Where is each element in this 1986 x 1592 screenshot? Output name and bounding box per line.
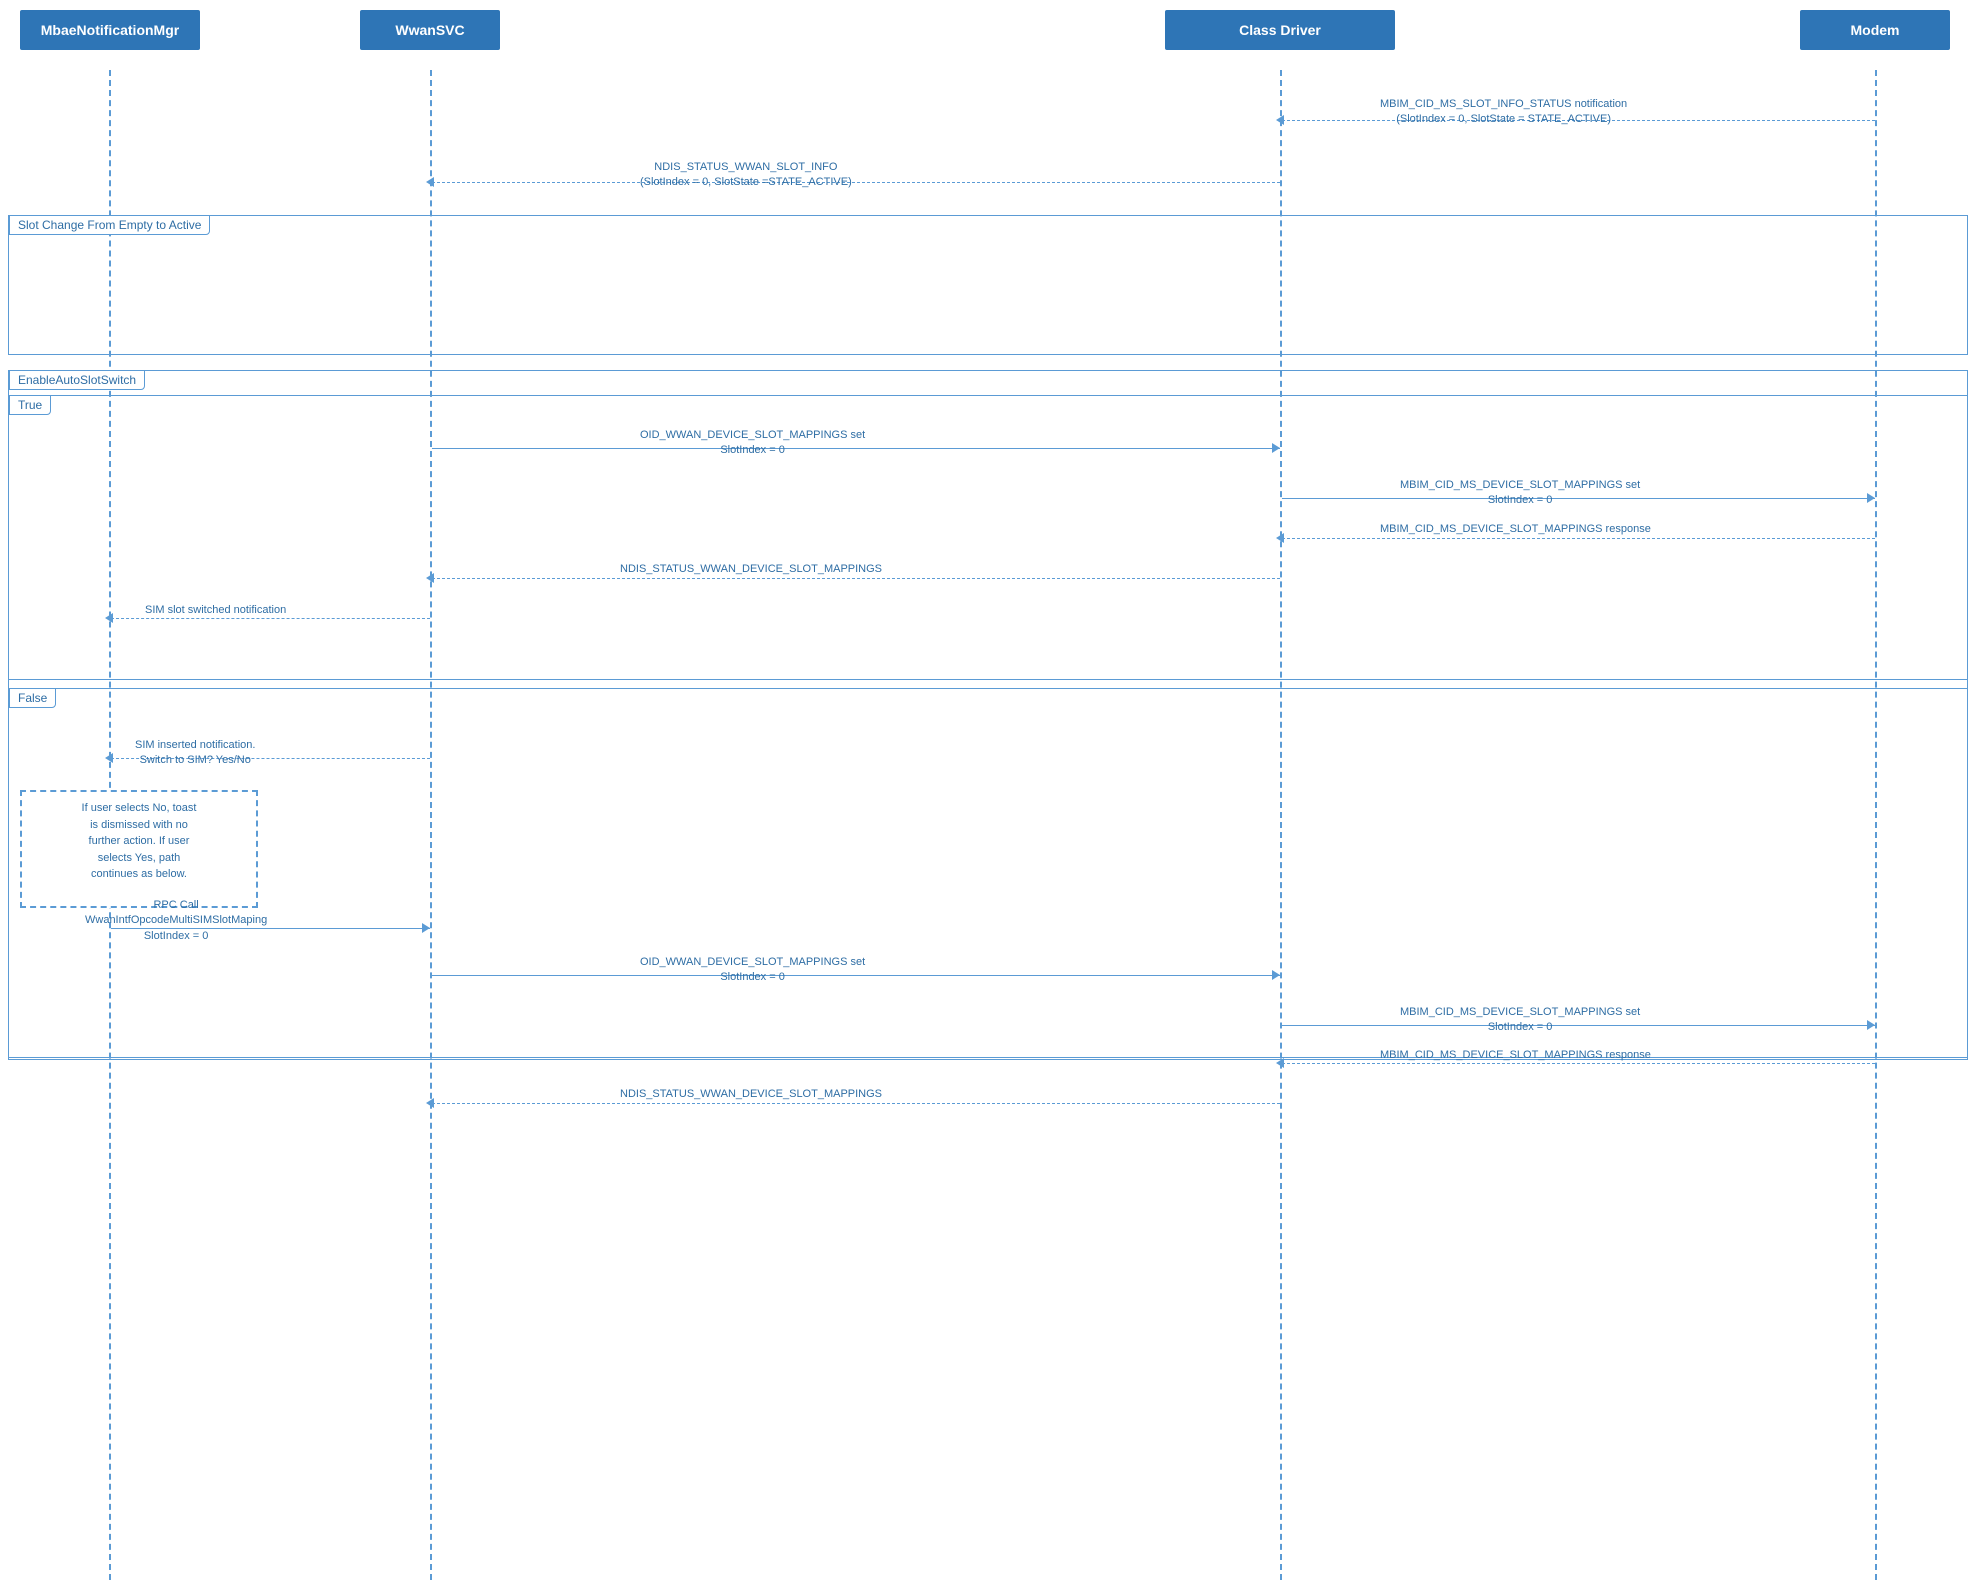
msg10-label: OID_WWAN_DEVICE_SLOT_MAPPINGS setSlotInd… bbox=[640, 955, 865, 986]
group-slot-change-label: Slot Change From Empty to Active bbox=[9, 215, 210, 235]
actor-classdriver: Class Driver bbox=[1165, 10, 1395, 50]
msg1-arrowhead bbox=[1276, 115, 1284, 125]
msg5-arrowhead bbox=[1276, 533, 1284, 543]
msg11-label: MBIM_CID_MS_DEVICE_SLOT_MAPPINGS setSlot… bbox=[1400, 1005, 1640, 1036]
group-slot-change: Slot Change From Empty to Active bbox=[8, 215, 1968, 355]
msg5-label: MBIM_CID_MS_DEVICE_SLOT_MAPPINGS respons… bbox=[1380, 522, 1651, 537]
group-false: False bbox=[8, 688, 1968, 1058]
msg9-arrowhead bbox=[422, 923, 430, 933]
actor-modem: Modem bbox=[1800, 10, 1950, 50]
msg2-arrowhead bbox=[426, 177, 434, 187]
group-true-label: True bbox=[9, 395, 51, 415]
group-false-label: False bbox=[9, 688, 56, 708]
msg12-label: MBIM_CID_MS_DEVICE_SLOT_MAPPINGS respons… bbox=[1380, 1048, 1651, 1063]
actor-wwan: WwanSVC bbox=[360, 10, 500, 50]
msg3-arrowhead bbox=[1272, 443, 1280, 453]
msg13-line bbox=[432, 1103, 1280, 1104]
msg6-arrowhead bbox=[426, 573, 434, 583]
msg6-line bbox=[432, 578, 1280, 579]
msg9-label: RPC CallWwanIntfOpcodeMultiSIMSlotMaping… bbox=[85, 898, 267, 944]
msg7-arrowhead bbox=[105, 613, 113, 623]
msg4-arrowhead bbox=[1867, 493, 1875, 503]
msg3-label: OID_WWAN_DEVICE_SLOT_MAPPINGS setSlotInd… bbox=[640, 428, 865, 459]
msg11-arrowhead bbox=[1867, 1020, 1875, 1030]
msg13-arrowhead bbox=[426, 1098, 434, 1108]
sequence-diagram: MbaeNotificationMgr WwanSVC Class Driver… bbox=[0, 0, 1986, 1592]
msg12-arrowhead bbox=[1276, 1058, 1284, 1068]
msg5-line bbox=[1282, 538, 1875, 539]
group-enable-auto-label: EnableAutoSlotSwitch bbox=[9, 370, 145, 390]
msg8-label: SIM inserted notification.Switch to SIM?… bbox=[135, 738, 255, 769]
msg8-arrowhead bbox=[105, 753, 113, 763]
actor-mbae: MbaeNotificationMgr bbox=[20, 10, 200, 50]
msg7-label: SIM slot switched notification bbox=[145, 603, 286, 618]
msg2-line bbox=[432, 182, 1280, 183]
msg13-label: NDIS_STATUS_WWAN_DEVICE_SLOT_MAPPINGS bbox=[620, 1087, 882, 1102]
msg4-label: MBIM_CID_MS_DEVICE_SLOT_MAPPINGS setSlot… bbox=[1400, 478, 1640, 509]
msg1-label: MBIM_CID_MS_SLOT_INFO_STATUS notificatio… bbox=[1380, 97, 1627, 128]
note-box: If user selects No, toastis dismissed wi… bbox=[20, 790, 258, 908]
msg2-label: NDIS_STATUS_WWAN_SLOT_INFO(SlotIndex = 0… bbox=[640, 160, 852, 191]
msg6-label: NDIS_STATUS_WWAN_DEVICE_SLOT_MAPPINGS bbox=[620, 562, 882, 577]
msg10-arrowhead bbox=[1272, 970, 1280, 980]
